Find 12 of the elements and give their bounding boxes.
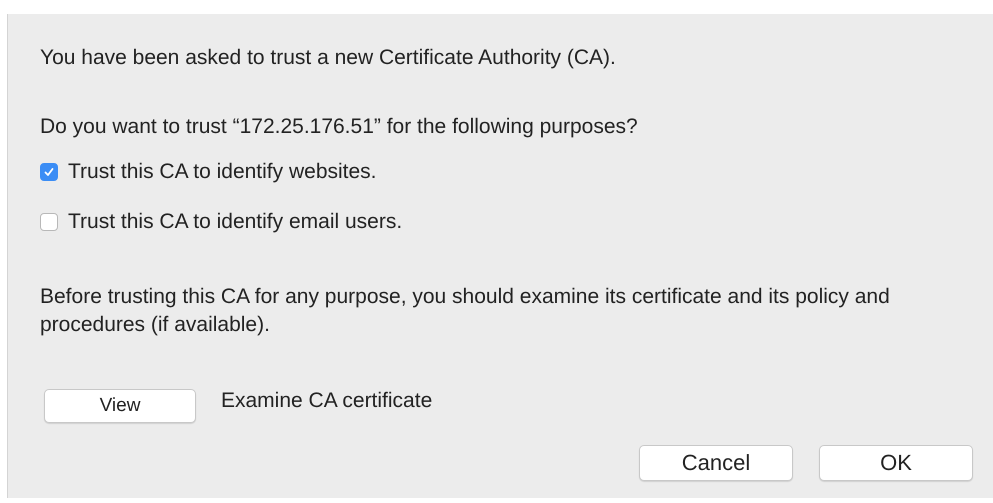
- ok-button[interactable]: OK: [819, 445, 973, 481]
- check-icon: [43, 166, 55, 178]
- view-button[interactable]: View: [44, 389, 196, 423]
- question-text: Do you want to trust “172.25.176.51” for the following purposes?: [40, 115, 639, 139]
- checkbox-label: Trust this CA to identify email users.: [68, 210, 402, 234]
- advice-text: Before trusting this CA for any purpose, you should examine its certificate and its policy and procedures (if available).: [40, 284, 891, 338]
- checkbox[interactable]: [40, 163, 58, 181]
- intro-text: You have been asked to trust a new Certificate Authority (CA).: [40, 46, 617, 70]
- view-description: Examine CA certificate: [221, 389, 432, 413]
- checkbox-label: Trust this CA to identify websites.: [68, 160, 377, 184]
- cancel-button[interactable]: Cancel: [639, 445, 793, 481]
- checkbox[interactable]: [40, 213, 58, 231]
